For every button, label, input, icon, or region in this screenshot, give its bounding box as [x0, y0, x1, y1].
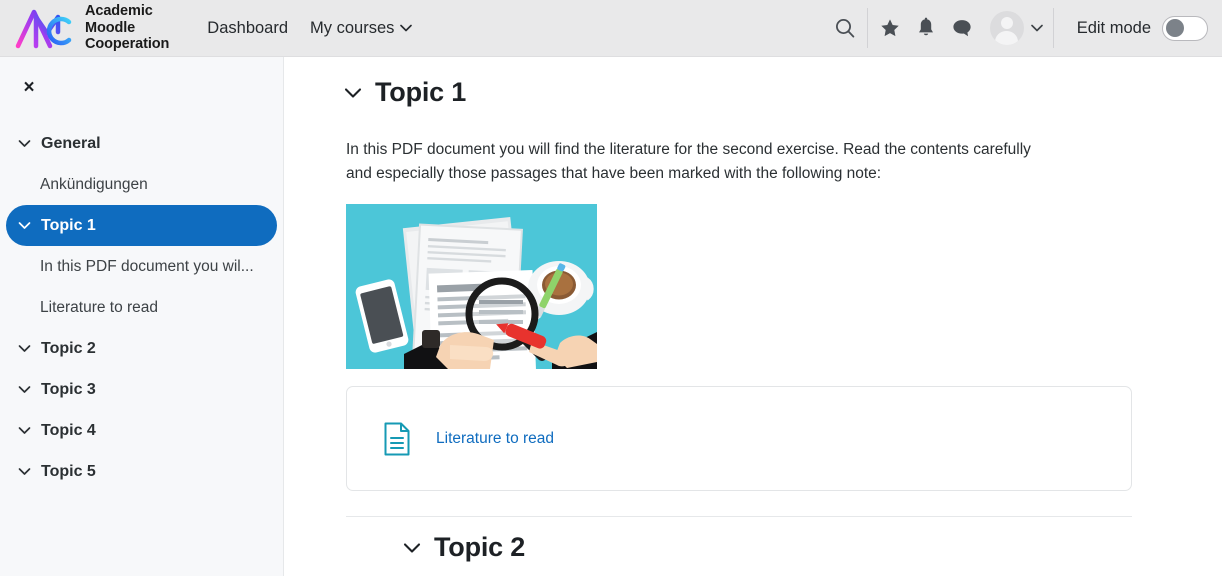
chevron-down-icon: [1030, 24, 1043, 32]
site-brand[interactable]: Academic Moodle Cooperation: [14, 3, 169, 53]
search-icon[interactable]: [827, 8, 863, 48]
chevron-down-icon: [18, 385, 31, 394]
sidebar-item-pdf-label-text: In this PDF document you wil...: [40, 257, 254, 275]
brand-line-3: Cooperation: [85, 36, 170, 53]
activity-card-literature-to-read[interactable]: Literature to read: [346, 386, 1132, 491]
primary-nav: Dashboard My courses: [207, 18, 413, 38]
sidebar-item-literature-to-read[interactable]: Literature to read: [0, 287, 283, 328]
sidebar-item-topic-2[interactable]: Topic 2: [6, 328, 277, 369]
avatar-head: [1000, 17, 1013, 29]
brand-wordmark: Academic Moodle Cooperation: [85, 3, 169, 53]
avatar-body: [995, 31, 1019, 45]
sidebar-item-literature-to-read-label: Literature to read: [40, 298, 159, 316]
course-index-list: General Ankündigungen Topic 1 In this PD…: [0, 123, 283, 492]
nav-item-my-courses-label: My courses: [310, 18, 395, 37]
chevron-down-icon: [18, 426, 31, 435]
sidebar-item-topic-4[interactable]: Topic 4: [6, 410, 277, 451]
chevron-down-icon: [18, 467, 31, 476]
sidebar-item-topic-4-label: Topic 4: [41, 421, 96, 439]
star-icon[interactable]: [872, 8, 908, 48]
brand-line-2: Moodle: [85, 19, 136, 36]
sidebar-item-topic-1-label: Topic 1: [41, 216, 96, 234]
topic-1-title: Topic 1: [375, 77, 467, 107]
course-index-sidebar: × General Ankündigungen Topic 1 In this …: [0, 57, 284, 576]
sidebar-item-topic-1[interactable]: Topic 1: [6, 205, 277, 246]
chevron-down-icon[interactable]: [403, 542, 421, 554]
sidebar-item-general[interactable]: General: [6, 123, 277, 164]
chevron-down-icon: [18, 344, 31, 353]
topic-1-header[interactable]: Topic 1: [344, 57, 1222, 108]
header-actions: Edit mode: [827, 0, 1222, 57]
edit-mode-label: Edit mode: [1076, 18, 1151, 37]
sidebar-item-topic-3-label: Topic 3: [41, 380, 96, 398]
header-separator-1: [866, 8, 868, 48]
nav-item-dashboard-label: Dashboard: [207, 18, 289, 37]
chevron-down-icon[interactable]: [344, 87, 362, 99]
sidebar-item-topic-5[interactable]: Topic 5: [6, 451, 277, 492]
course-content: Topic 1 In this PDF document you will fi…: [285, 57, 1222, 576]
sidebar-item-ankuendigungen[interactable]: Ankündigungen: [0, 164, 283, 205]
section-divider: [346, 516, 1132, 517]
chevron-down-icon: [18, 221, 31, 230]
sidebar-item-topic-2-label: Topic 2: [41, 339, 96, 357]
edit-mode-control[interactable]: Edit mode: [1058, 15, 1222, 41]
sidebar-item-general-label: General: [41, 134, 101, 152]
site-header: Academic Moodle Cooperation Dashboard My…: [0, 0, 1222, 57]
activity-link-literature-to-read[interactable]: Literature to read: [436, 430, 554, 448]
topic-2-header[interactable]: Topic 2: [403, 532, 525, 563]
avatar: [989, 11, 1024, 45]
edit-mode-toggle[interactable]: [1162, 15, 1208, 41]
header-separator-2: [1052, 8, 1054, 48]
amc-logo-icon: [14, 6, 76, 50]
brand-line-1: Academic: [85, 2, 153, 19]
message-icon[interactable]: [944, 8, 980, 48]
document-review-illustration: [346, 204, 597, 369]
chevron-down-icon: [400, 24, 413, 32]
user-menu[interactable]: [980, 11, 1049, 45]
bell-icon[interactable]: [908, 8, 944, 48]
topic-2-title: Topic 2: [434, 532, 526, 562]
sidebar-item-topic-5-label: Topic 5: [41, 462, 96, 480]
sidebar-item-pdf-label[interactable]: In this PDF document you wil...: [0, 246, 283, 287]
sidebar-item-ankuendigungen-label: Ankündigungen: [40, 175, 148, 193]
resource-document-icon: [383, 422, 411, 456]
chevron-down-icon: [18, 139, 31, 148]
edit-mode-toggle-knob: [1165, 18, 1184, 37]
nav-item-dashboard[interactable]: Dashboard: [207, 19, 288, 38]
nav-item-my-courses[interactable]: My courses: [310, 18, 413, 38]
topic-1-summary: In this PDF document you will find the l…: [346, 141, 1031, 182]
sidebar-item-topic-3[interactable]: Topic 3: [6, 369, 277, 410]
close-icon[interactable]: ×: [12, 71, 46, 105]
